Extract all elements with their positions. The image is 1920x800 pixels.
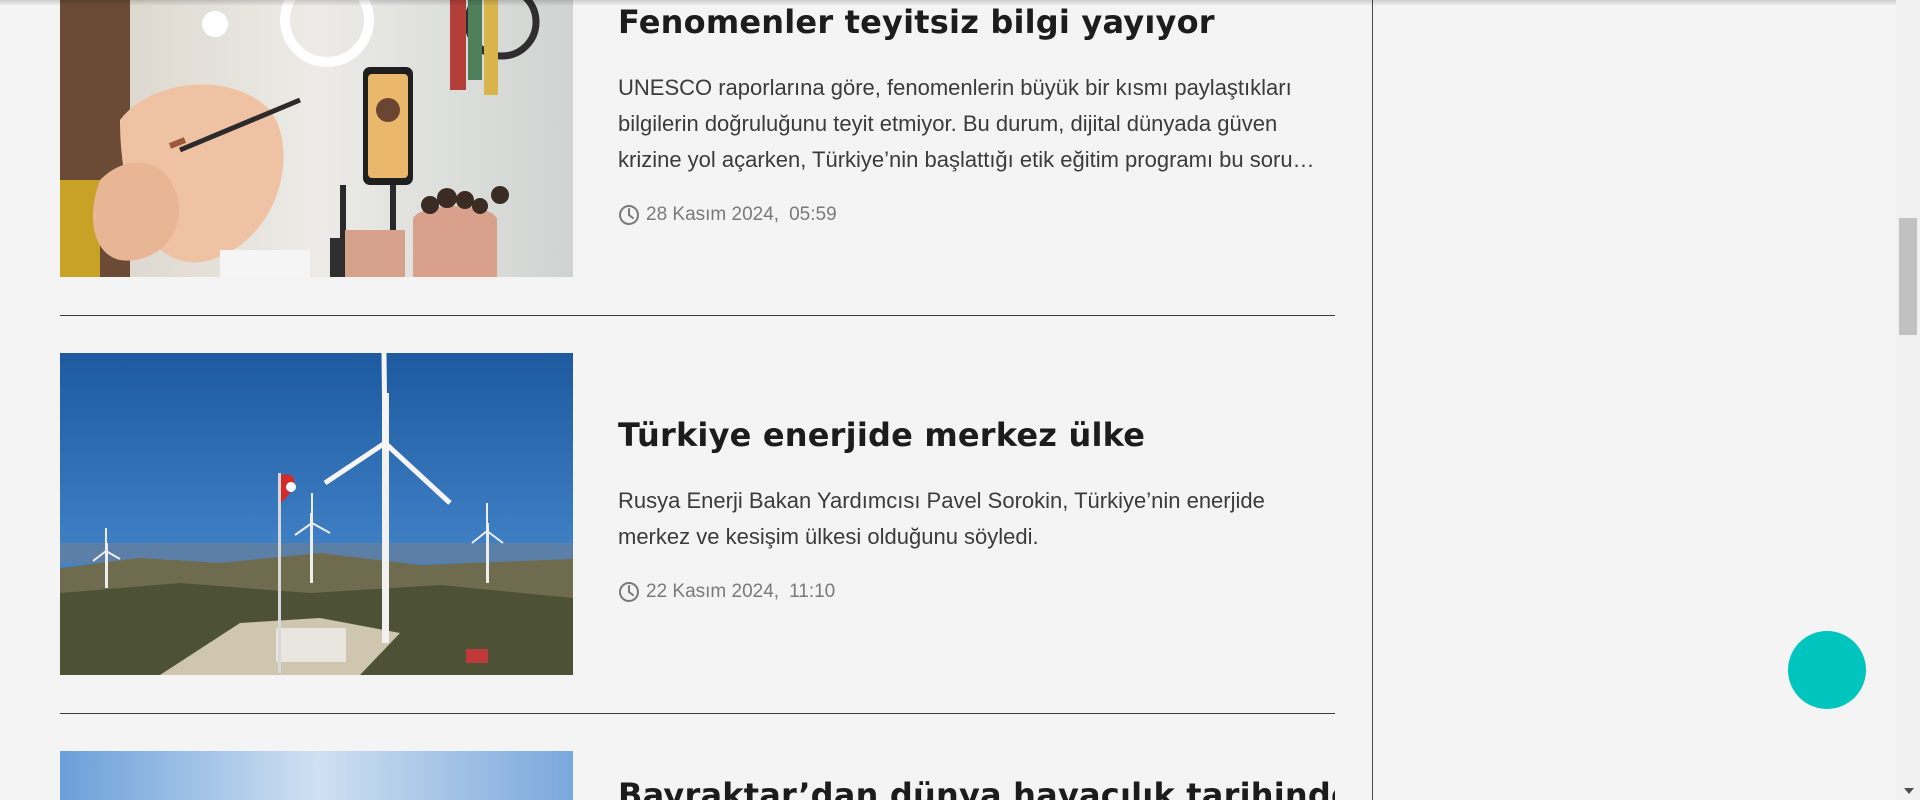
clock-icon	[618, 581, 640, 603]
wind-turbines-photo	[60, 353, 573, 675]
article-image[interactable]	[60, 0, 573, 277]
scrollbar[interactable]	[1896, 0, 1920, 800]
article-image[interactable]	[60, 751, 573, 800]
article-meta: 28 Kasım 2024, 05:59	[618, 204, 1338, 226]
article-text: Türkiye enerjide merkez ülke Rusya Enerj…	[618, 415, 1338, 603]
article-title[interactable]: Fenomenler teyitsiz bilgi yayıyor	[618, 2, 1338, 42]
article-summary: UNESCO raporlarına göre, fenomenlerin bü…	[618, 75, 1315, 172]
article-meta: 22 Kasım 2024, 11:10	[618, 581, 1338, 603]
article-text: Bayraktar’dan dünya havacılık tarihinde	[618, 775, 1335, 800]
article-summary: Rusya Enerji Bakan Yardımcısı Pavel Soro…	[618, 488, 1265, 549]
makeup-influencer-photo	[60, 0, 573, 277]
article-date: 22 Kasım 2024,	[646, 581, 780, 602]
article-text: Fenomenler teyitsiz bilgi yayıyor UNESCO…	[618, 2, 1338, 226]
article-title[interactable]: Bayraktar’dan dünya havacılık tarihinde	[618, 775, 1335, 800]
article-title[interactable]: Türkiye enerjide merkez ülke	[618, 415, 1338, 455]
floating-action-button[interactable]	[1788, 631, 1866, 709]
article-image[interactable]	[60, 353, 573, 675]
article-divider	[60, 713, 1335, 714]
sky-photo	[60, 751, 573, 800]
article-divider	[60, 315, 1335, 316]
scrollbar-thumb[interactable]	[1899, 218, 1917, 335]
clock-icon	[618, 204, 640, 226]
article-time: 11:10	[789, 581, 836, 602]
header-shadow	[0, 0, 1896, 6]
scroll-down-arrow-icon[interactable]	[1904, 788, 1914, 794]
article-date: 28 Kasım 2024,	[646, 204, 780, 225]
article-list: Fenomenler teyitsiz bilgi yayıyor UNESCO…	[60, 0, 1335, 800]
sidebar-divider	[1372, 0, 1373, 800]
article-card[interactable]: Bayraktar’dan dünya havacılık tarihinde	[60, 751, 1335, 800]
article-time: 05:59	[789, 204, 837, 225]
